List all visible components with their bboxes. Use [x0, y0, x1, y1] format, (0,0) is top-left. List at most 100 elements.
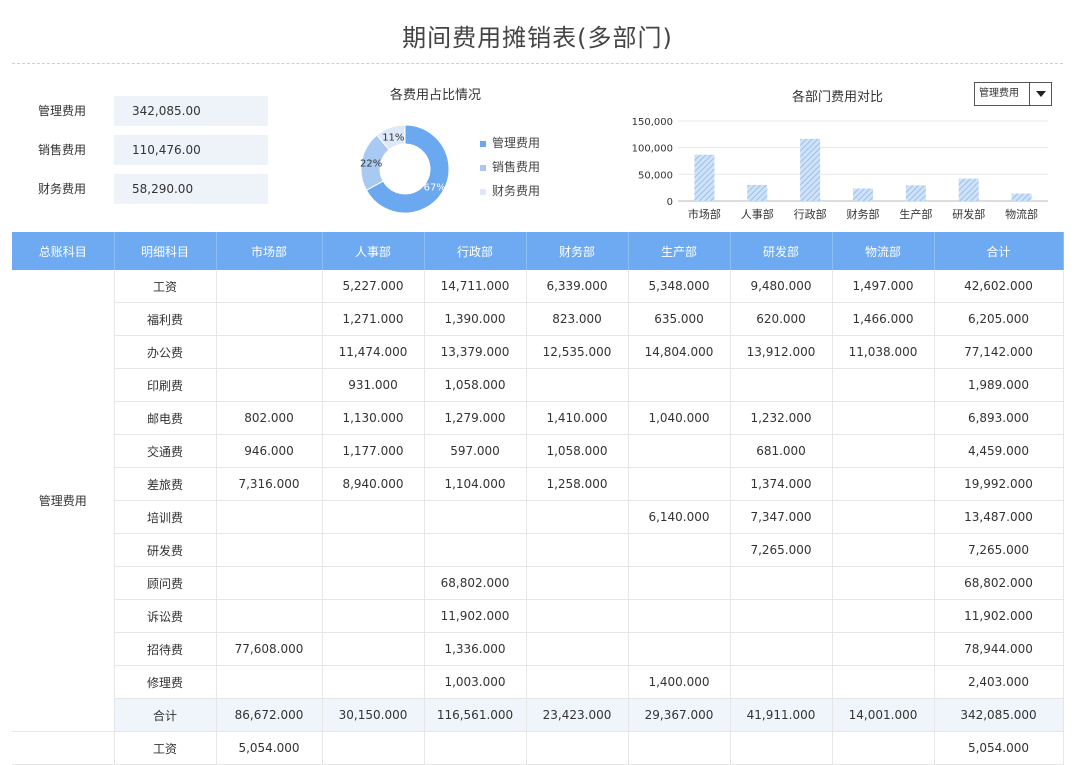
table-cell: 14,711.000 — [424, 270, 527, 303]
table-cell: 1,497.000 — [832, 270, 935, 303]
bar[interactable] — [853, 188, 873, 201]
table-cell: 1,374.000 — [730, 467, 833, 501]
col-header[interactable]: 研发部 — [730, 232, 833, 270]
table-row[interactable]: 顾问费 68,802.000 68,802.000 — [12, 566, 1064, 600]
bar[interactable] — [1011, 193, 1032, 201]
table-cell: 7,265.000 — [934, 533, 1064, 567]
table-row[interactable]: 工资 5,054.000 5,054.000 — [12, 731, 1064, 765]
table-row[interactable]: 福利费 1,271.000 1,390.000 823.000 635.000 620.0… — [12, 302, 1064, 336]
table-row[interactable]: 交通费 946.000 1,177.000 597.000 1,058.000 681.0… — [12, 434, 1064, 468]
bar-chart: 0 50,000 100,000 150,000 市场部 人事部 行政部 财务部 生产部 研发部 物… — [632, 117, 1048, 221]
table-cell: 635.000 — [628, 302, 731, 336]
table-cell: 41,911.000 — [730, 698, 833, 732]
pie-legend-item: 管理费用 — [480, 135, 540, 151]
pie-chart-title: 各费用占比情况 — [390, 88, 482, 103]
table-cell — [526, 599, 629, 633]
bar[interactable] — [905, 185, 926, 201]
table-cell: 1,058.000 — [424, 368, 527, 402]
table-cell: 1,058.000 — [526, 434, 629, 468]
table-row[interactable]: 研发费 7,265.000 7,265.000 — [12, 533, 1064, 567]
table-cell: 802.000 — [216, 401, 323, 435]
table-row[interactable]: 诉讼费 11,902.000 11,902.000 — [12, 599, 1064, 633]
table-cell: 342,085.000 — [934, 698, 1064, 732]
table-cell: 13,912.000 — [730, 335, 833, 369]
table-cell: 11,038.000 — [832, 335, 935, 369]
pie-slice-label: 11% — [382, 133, 404, 144]
col-header[interactable]: 财务部 — [526, 232, 629, 270]
x-tick-label: 财务部 — [847, 207, 880, 221]
legend-swatch — [480, 140, 486, 147]
table-row[interactable]: 招待费 77,608.000 1,336.000 78,944.000 — [12, 632, 1064, 666]
table-cell: 681.000 — [730, 434, 833, 468]
col-header[interactable]: 行政部 — [424, 232, 527, 270]
table-cell: 68,802.000 — [424, 566, 527, 600]
table-cell — [832, 467, 935, 501]
table-cell: 116,561.000 — [424, 698, 527, 732]
table-cell: 7,265.000 — [730, 533, 833, 567]
legend-swatch — [480, 164, 486, 171]
table-cell: 6,140.000 — [628, 500, 731, 534]
table-cell — [216, 270, 323, 303]
table-cell — [526, 368, 629, 402]
bar[interactable] — [747, 184, 768, 201]
expense-type-value: 管理费用 — [979, 88, 1019, 99]
table-row[interactable]: 培训费 6,140.000 7,347.000 13,487.000 — [12, 500, 1064, 534]
table-cell: 78,944.000 — [934, 632, 1064, 666]
col-header[interactable]: 人事部 — [322, 232, 425, 270]
table-cell: 620.000 — [730, 302, 833, 336]
col-header[interactable]: 明细科目 — [114, 232, 217, 270]
summary-value: 110,476.00 — [114, 135, 268, 165]
table-cell: 8,940.000 — [322, 467, 425, 501]
pie-slice-label: 22% — [360, 159, 382, 170]
table-cell: 7,347.000 — [730, 500, 833, 534]
pie-slice-label: 67% — [424, 183, 446, 194]
title-divider — [12, 63, 1063, 64]
table-cell: 30,150.000 — [322, 698, 425, 732]
table-cell: 1,279.000 — [424, 401, 527, 435]
table-cell: 77,142.000 — [934, 335, 1064, 369]
table-row[interactable]: 办公费 11,474.000 13,379.000 12,535.000 14,804.… — [12, 335, 1064, 369]
legend-label: 财务费用 — [492, 184, 541, 198]
table-cell: 597.000 — [424, 434, 527, 468]
y-tick-label: 50,000 — [638, 170, 673, 181]
col-header[interactable]: 合计 — [934, 232, 1064, 270]
table-cell: 培训费 — [114, 500, 217, 534]
col-header[interactable]: 物流部 — [832, 232, 935, 270]
pie-legend-item: 销售费用 — [480, 159, 540, 175]
table-cell — [322, 500, 425, 534]
bar[interactable] — [694, 154, 715, 201]
table-cell — [628, 368, 731, 402]
table-cell: 29,367.000 — [628, 698, 731, 732]
table-cell: 1,466.000 — [832, 302, 935, 336]
table-cell: 11,474.000 — [322, 335, 425, 369]
table-cell: 13,379.000 — [424, 335, 527, 369]
table-cell: 1,232.000 — [730, 401, 833, 435]
table-row[interactable]: 印刷费 931.000 1,058.000 1,989.000 — [12, 368, 1064, 402]
bar[interactable] — [800, 138, 821, 201]
summary-label: 管理费用 — [37, 104, 86, 118]
table-row[interactable]: 邮电费 802.000 1,130.000 1,279.000 1,410.000 1,0… — [12, 401, 1064, 435]
table-row[interactable]: 差旅费 7,316.000 8,940.000 1,104.000 1,258.000 1… — [12, 467, 1064, 501]
table-cell: 14,804.000 — [628, 335, 731, 369]
table-cell — [628, 467, 731, 501]
col-header[interactable]: 总账科目 — [12, 232, 115, 270]
table-cell: 1,258.000 — [526, 467, 629, 501]
x-tick-label: 行政部 — [794, 207, 827, 221]
table-cell: 1,271.000 — [322, 302, 425, 336]
chevron-down-icon[interactable] — [1029, 83, 1051, 105]
table-cell — [730, 566, 833, 600]
table-cell — [322, 731, 425, 765]
table-cell — [216, 665, 323, 699]
table-row[interactable]: 管理费用 工资 5,227.000 14,711.000 6,339.000 5,348.… — [12, 270, 1064, 732]
bar[interactable] — [958, 178, 979, 201]
table-cell — [628, 731, 731, 765]
table-cell: 12,535.000 — [526, 335, 629, 369]
expense-type-select[interactable]: 管理费用 — [974, 82, 1052, 106]
y-tick-label: 150,000 — [632, 117, 673, 128]
group-cell — [12, 731, 115, 765]
col-header[interactable]: 生产部 — [628, 232, 731, 270]
table-row[interactable]: 修理费 1,003.000 1,400.000 2,403.000 — [12, 665, 1064, 699]
table-cell: 1,989.000 — [934, 368, 1064, 402]
table-cell: 福利费 — [114, 302, 217, 336]
col-header[interactable]: 市场部 — [216, 232, 323, 270]
